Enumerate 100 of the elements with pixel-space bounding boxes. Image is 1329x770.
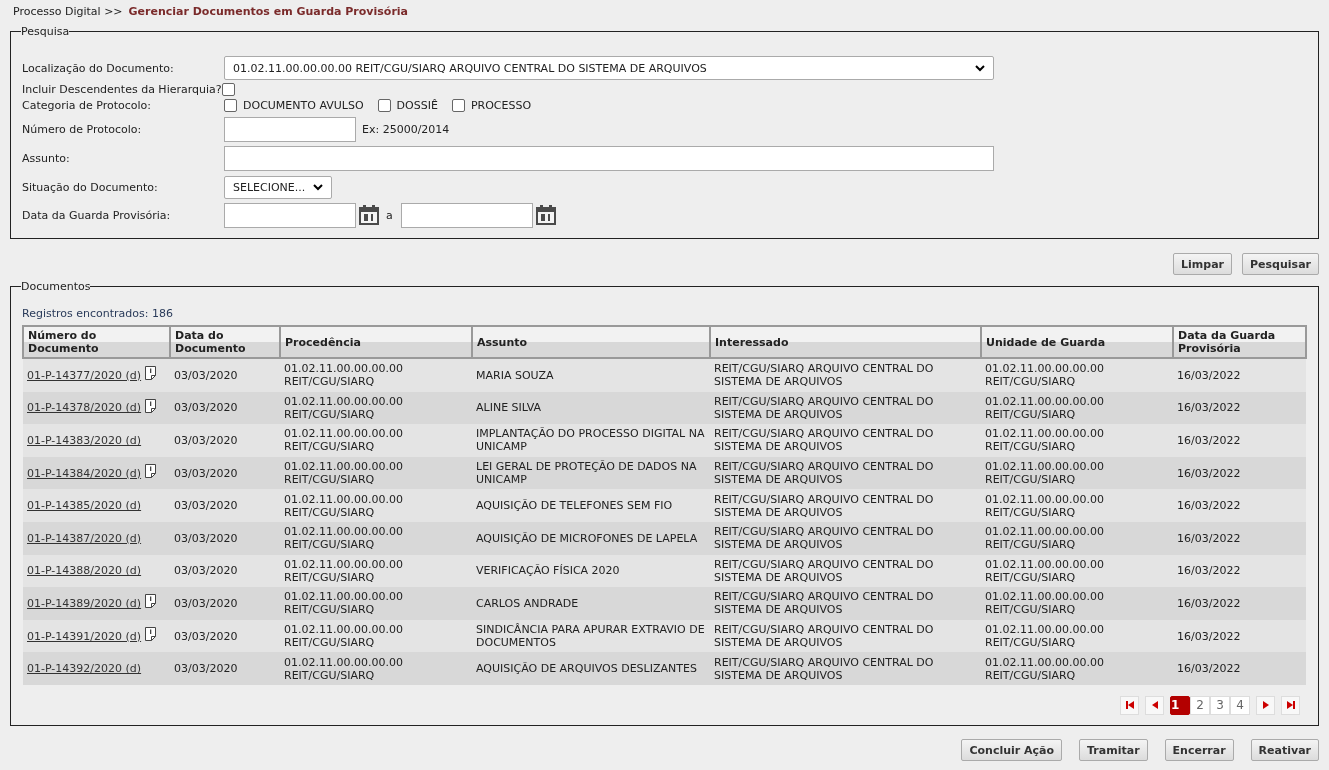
table-cell: VERIFICAÇÃO FÍSICA 2020 xyxy=(476,564,620,578)
date-input[interactable] xyxy=(400,202,533,228)
calendar-icon[interactable] xyxy=(534,204,557,226)
column-header[interactable]: Procedência xyxy=(280,326,472,358)
column-header[interactable]: Data do Documento xyxy=(170,326,280,358)
page-title: Gerenciar Documentos em Guarda Provisória xyxy=(128,5,408,19)
table-cell: AQUISIÇÃO DE MICROFONES DE LAPELA xyxy=(476,531,698,545)
table-cell: SINDICÂNCIA PARA APURAR EXTRAVIO DE DOCUMENTOS xyxy=(476,623,705,650)
action-button[interactable]: Tramitar xyxy=(1079,739,1148,761)
table-cell: AQUISIÇÃO DE TELEFONES SEM FIO xyxy=(476,499,673,513)
table-cell: 01.02.11.00.00.00.00 REIT/CGU/SIARQ xyxy=(985,492,1104,519)
table-cell: 03/03/2020 xyxy=(174,434,238,447)
chevron-down-icon xyxy=(313,183,323,191)
column-header[interactable]: Número do Documento xyxy=(23,326,170,358)
page-number[interactable]: 2 xyxy=(1190,695,1210,715)
table-cell: 03/03/2020 xyxy=(174,499,238,513)
previous-page-button[interactable] xyxy=(1145,695,1164,715)
table-cell: 01.02.11.00.00.00.00 REIT/CGU/SIARQ xyxy=(985,623,1104,650)
field-label: Data da Guarda Provisória: xyxy=(22,208,172,222)
table-cell: 16/03/2022 xyxy=(1177,466,1241,480)
action-button[interactable]: Concluir Ação xyxy=(961,739,1063,761)
subject-input[interactable] xyxy=(224,145,994,171)
note-icon[interactable] xyxy=(145,627,157,642)
table-cell: 01.02.11.00.00.00.00 REIT/CGU/SIARQ xyxy=(284,655,403,682)
table-cell: 01.02.11.00.00.00.00 REIT/CGU/SIARQ xyxy=(284,394,403,421)
action-button[interactable]: Limpar xyxy=(1173,253,1233,275)
table-cell: 01.02.11.00.00.00.00 REIT/CGU/SIARQ xyxy=(985,427,1104,454)
next-page-button[interactable] xyxy=(1256,695,1275,715)
page-number[interactable]: 3 xyxy=(1210,695,1230,715)
table-cell: 01.02.11.00.00.00.00 REIT/CGU/SIARQ xyxy=(985,362,1104,389)
table-cell: REIT/CGU/SIARQ ARQUIVO CENTRAL DO SISTEMA DE ARQUIVOS xyxy=(714,492,934,519)
note-icon[interactable] xyxy=(145,398,157,413)
table-cell: 16/03/2022 xyxy=(1177,434,1241,447)
table-cell: 01.02.11.00.00.00.00 REIT/CGU/SIARQ xyxy=(284,427,403,454)
breadcrumb-link[interactable]: Processo Digital >> xyxy=(13,5,123,19)
table-cell: CARLOS ANDRADE xyxy=(476,596,579,610)
table-cell: REIT/CGU/SIARQ ARQUIVO CENTRAL DO SISTEMA DE ARQUIVOS xyxy=(714,525,934,552)
table-cell: 03/03/2020 xyxy=(174,662,238,676)
records-count: Registros encontrados: 186 xyxy=(22,307,174,320)
page-number[interactable]: 1 xyxy=(1170,695,1190,715)
action-button[interactable]: Pesquisar xyxy=(1242,253,1319,275)
table-cell: 01.02.11.00.00.00.00 REIT/CGU/SIARQ xyxy=(985,394,1104,421)
table-cell: 16/03/2022 xyxy=(1177,596,1241,610)
table-cell: 16/03/2022 xyxy=(1177,499,1241,513)
table-cell: REIT/CGU/SIARQ ARQUIVO CENTRAL DO SISTEMA DE ARQUIVOS xyxy=(714,590,934,617)
field-label: Incluir Descendentes da Hierarquia? xyxy=(22,82,222,96)
table-cell: 16/03/2022 xyxy=(1177,629,1241,643)
column-header[interactable]: Assunto xyxy=(472,326,710,358)
protocol-input[interactable] xyxy=(224,116,356,142)
note-icon[interactable] xyxy=(145,594,157,609)
table-cell: 01.02.11.00.00.00.00 REIT/CGU/SIARQ xyxy=(284,525,403,552)
table-cell: REIT/CGU/SIARQ ARQUIVO CENTRAL DO SISTEMA DE ARQUIVOS xyxy=(714,362,934,389)
table-cell: 03/03/2020 xyxy=(174,368,238,382)
column-header[interactable]: Interessado xyxy=(710,326,981,358)
note-icon[interactable] xyxy=(145,366,157,381)
note-icon[interactable] xyxy=(145,464,157,479)
checkbox[interactable] xyxy=(377,98,391,112)
field-label: Situação do Documento: xyxy=(22,180,159,194)
checkbox-label: DOCUMENTO AVULSO xyxy=(243,98,364,112)
table-cell: 01.02.11.00.00.00.00 REIT/CGU/SIARQ xyxy=(284,557,403,584)
table-cell: 01.02.11.00.00.00.00 REIT/CGU/SIARQ xyxy=(985,525,1104,552)
table-cell: REIT/CGU/SIARQ ARQUIVO CENTRAL DO SISTEMA DE ARQUIVOS xyxy=(714,460,934,487)
table-cell: 03/03/2020 xyxy=(174,629,238,643)
field-label: Localização do Documento: xyxy=(22,61,175,75)
table-cell: 01.02.11.00.00.00.00 REIT/CGU/SIARQ xyxy=(985,655,1104,682)
field-label: Categoria de Protocolo: xyxy=(22,98,153,112)
calendar-icon[interactable] xyxy=(358,204,380,226)
table-cell: 01.02.11.00.00.00.00 REIT/CGU/SIARQ xyxy=(284,362,403,389)
table-cell: AQUISIÇÃO DE ARQUIVOS DESLIZANTES xyxy=(476,662,697,676)
table-cell: 01.02.11.00.00.00.00 REIT/CGU/SIARQ xyxy=(284,590,403,617)
table-cell: 03/03/2020 xyxy=(174,564,238,578)
page-number[interactable]: 4 xyxy=(1230,695,1250,715)
checkbox[interactable] xyxy=(221,82,235,96)
last-page-icon xyxy=(1285,700,1296,711)
column-header[interactable]: Data da Guarda Provisória xyxy=(1173,326,1306,358)
checkbox[interactable] xyxy=(451,98,465,112)
panel-legend: Documentos xyxy=(21,280,91,293)
status-select[interactable]: SELECIONE... xyxy=(224,175,332,199)
column-header[interactable]: Unidade de Guarda xyxy=(981,326,1173,358)
table-cell: REIT/CGU/SIARQ ARQUIVO CENTRAL DO SISTEMA DE ARQUIVOS xyxy=(714,623,934,650)
field-label: Número de Protocolo: xyxy=(22,122,143,136)
action-button[interactable]: Reativar xyxy=(1250,739,1319,761)
table-cell: REIT/CGU/SIARQ ARQUIVO CENTRAL DO SISTEMA DE ARQUIVOS xyxy=(714,557,934,584)
table-cell: REIT/CGU/SIARQ ARQUIVO CENTRAL DO SISTEMA DE ARQUIVOS xyxy=(714,427,934,454)
checkbox[interactable] xyxy=(224,98,237,112)
table-cell: 03/03/2020 xyxy=(174,531,238,545)
table-cell: 01.02.11.00.00.00.00 REIT/CGU/SIARQ xyxy=(284,492,403,519)
table-cell: 01.02.11.00.00.00.00 REIT/CGU/SIARQ xyxy=(284,623,403,650)
first-page-button[interactable] xyxy=(1120,695,1139,715)
table-cell: REIT/CGU/SIARQ ARQUIVO CENTRAL DO SISTEMA DE ARQUIVOS xyxy=(714,655,934,682)
action-button[interactable]: Encerrar xyxy=(1164,739,1234,761)
table-cell: IMPLANTAÇÃO DO PROCESSO DIGITAL NA UNICAMP xyxy=(476,427,705,454)
checkbox-label: DOSSIÊ xyxy=(396,98,438,112)
table-cell: 03/03/2020 xyxy=(174,466,238,480)
table-cell: MARIA SOUZA xyxy=(476,368,554,382)
date-input[interactable] xyxy=(224,202,356,228)
last-page-button[interactable] xyxy=(1281,695,1300,715)
table-cell: REIT/CGU/SIARQ ARQUIVO CENTRAL DO SISTEMA DE ARQUIVOS xyxy=(714,394,934,421)
field-label: Assunto: xyxy=(22,151,71,165)
location-select[interactable]: 01.02.11.00.00.00.00 REIT/CGU/SIARQ ARQUIVO CENTRAL DO SISTEMA DE ARQUIVOS xyxy=(224,56,994,80)
